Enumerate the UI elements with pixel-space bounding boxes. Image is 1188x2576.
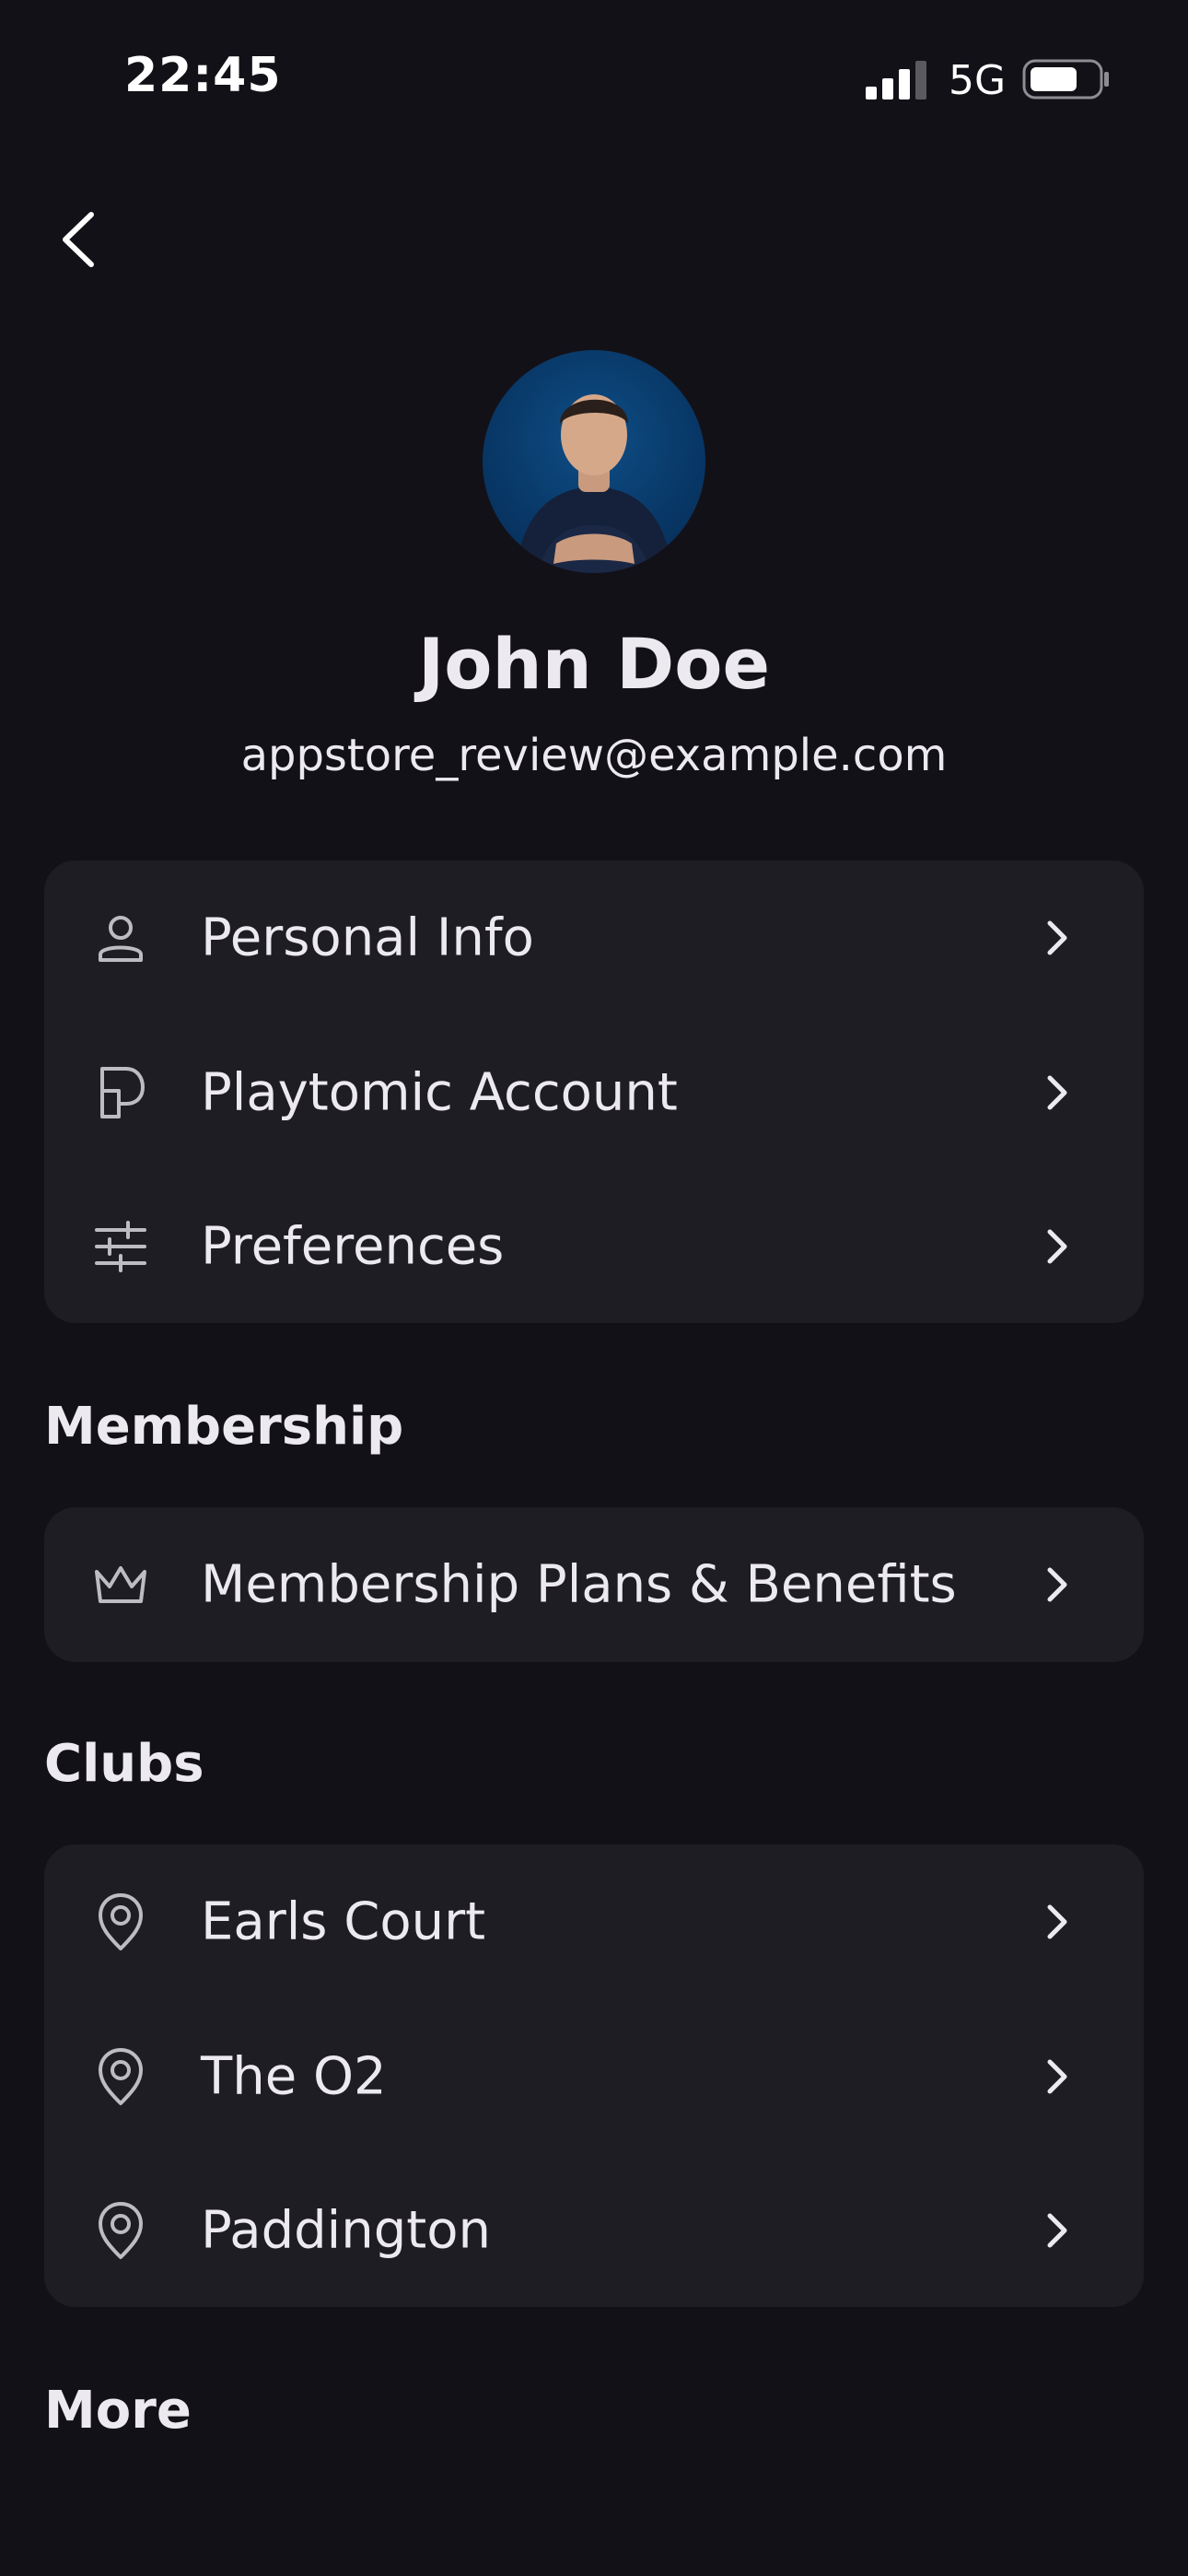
avatar-illustration xyxy=(515,394,673,573)
chevron-right-icon xyxy=(1047,1904,1067,1939)
playtomic-account-row[interactable]: Playtomic Account xyxy=(44,1015,1144,1170)
personal-info-label: Personal Info xyxy=(201,907,534,968)
location-pin-icon xyxy=(90,2200,151,2261)
personal-info-row[interactable]: Personal Info xyxy=(44,861,1144,1015)
location-pin-icon xyxy=(90,1891,151,1952)
location-pin-icon xyxy=(90,2046,151,2107)
person-icon xyxy=(90,907,151,968)
status-time: 22:45 xyxy=(124,48,282,103)
club-label-paddington: Paddington xyxy=(201,2200,491,2261)
membership-heading: Membership xyxy=(44,1397,404,1457)
club-label-the-o2: The O2 xyxy=(201,2046,387,2107)
preferences-label: Preferences xyxy=(201,1216,505,1277)
club-row-paddington[interactable]: Paddington xyxy=(44,2154,1144,2307)
playtomic-icon xyxy=(90,1062,151,1123)
membership-plans-row[interactable]: Membership Plans & Benefits xyxy=(44,1507,1144,1662)
battery-icon xyxy=(1022,59,1109,100)
sliders-icon xyxy=(90,1216,151,1277)
status-bar: 22:45 5G xyxy=(0,0,1188,157)
account-menu-card: Personal Info Playtomic Account Preferen… xyxy=(44,861,1144,1323)
chevron-right-icon xyxy=(1047,1075,1067,1110)
profile-name: John Doe xyxy=(417,623,770,705)
profile-email: appstore_review@example.com xyxy=(240,730,948,781)
back-button[interactable] xyxy=(46,203,111,276)
playtomic-account-label: Playtomic Account xyxy=(201,1062,678,1123)
avatar[interactable] xyxy=(483,350,705,573)
chevron-right-icon xyxy=(1047,1229,1067,1264)
membership-plans-label: Membership Plans & Benefits xyxy=(201,1554,957,1615)
crown-icon xyxy=(90,1554,151,1615)
preferences-row[interactable]: Preferences xyxy=(44,1170,1144,1323)
membership-card: Membership Plans & Benefits xyxy=(44,1507,1144,1662)
more-heading: More xyxy=(44,2381,192,2441)
signal-bars-icon xyxy=(866,61,926,100)
chevron-right-icon xyxy=(1047,920,1067,955)
chevron-right-icon xyxy=(1047,1567,1067,1602)
clubs-card: Earls Court The O2 Paddington xyxy=(44,1844,1144,2307)
clubs-heading: Clubs xyxy=(44,1734,204,1794)
chevron-right-icon xyxy=(1047,2059,1067,2094)
network-label: 5G xyxy=(949,57,1007,104)
chevron-right-icon xyxy=(1047,2213,1067,2248)
club-row-the-o2[interactable]: The O2 xyxy=(44,1999,1144,2154)
chevron-left-icon xyxy=(63,212,94,267)
club-row-earls-court[interactable]: Earls Court xyxy=(44,1844,1144,1999)
club-label-earls-court: Earls Court xyxy=(201,1891,486,1952)
